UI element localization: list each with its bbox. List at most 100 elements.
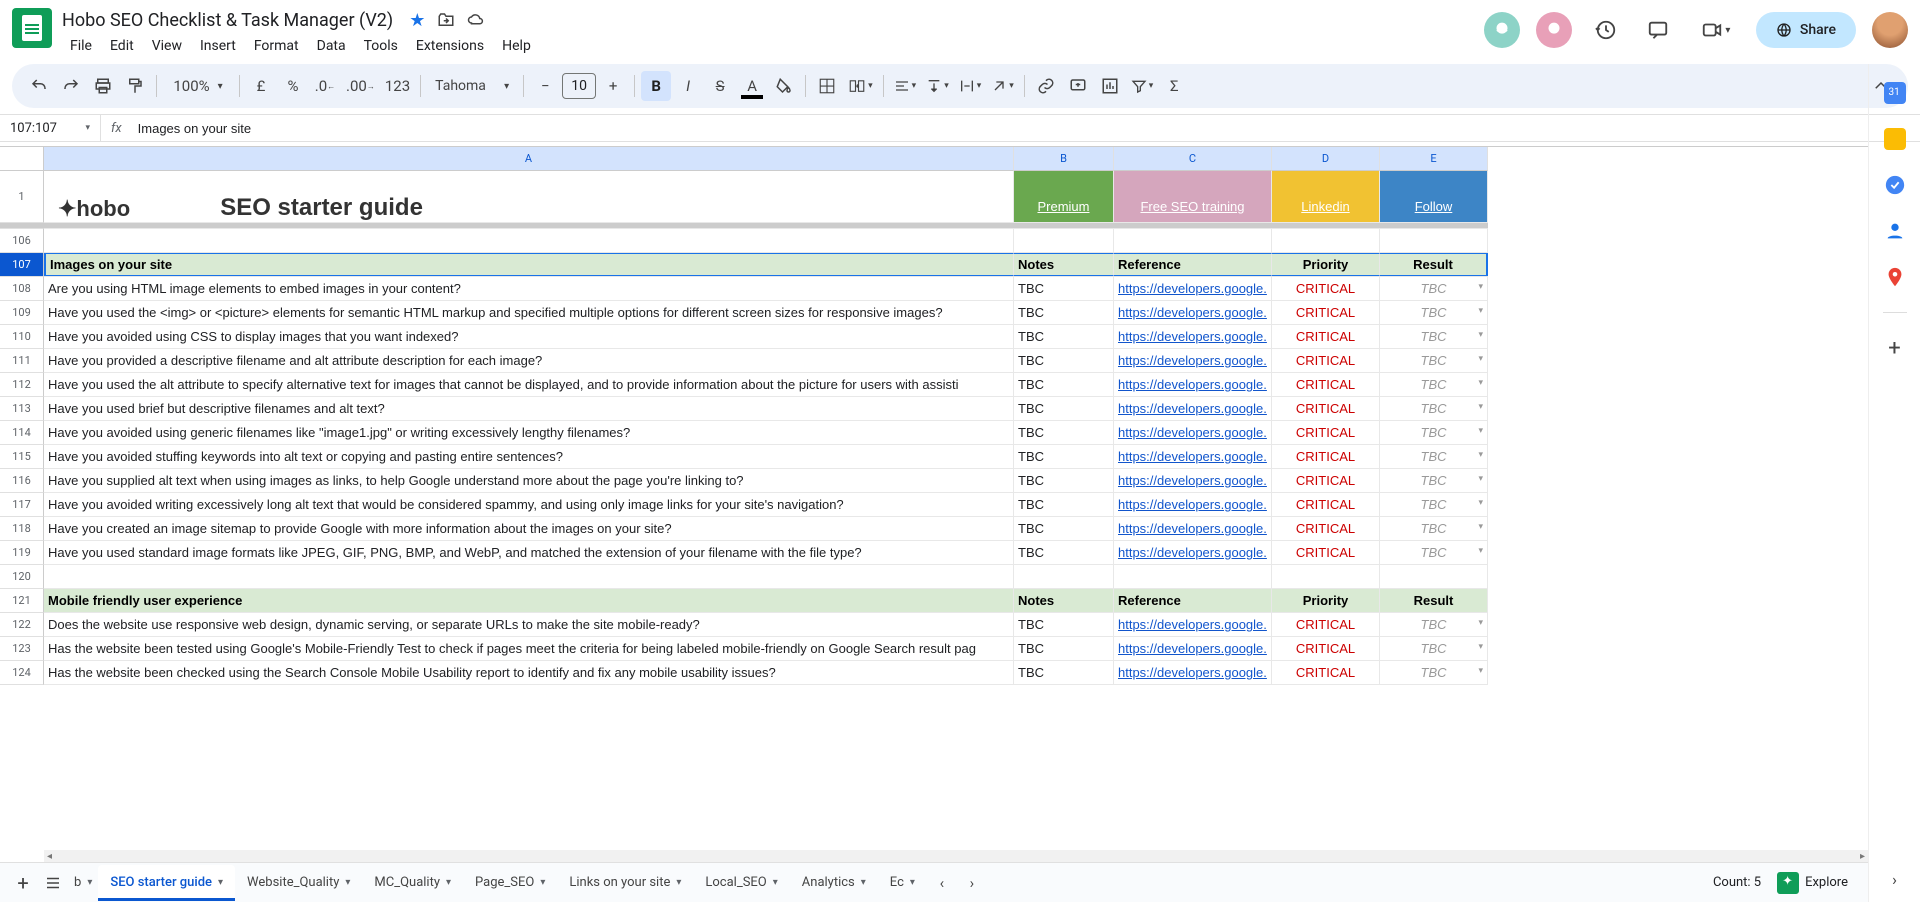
formula-input[interactable]: Images on your site [132,121,251,136]
cell[interactable]: TBC [1380,421,1488,444]
row-header-122[interactable]: 122 [0,613,44,637]
cell[interactable]: Have you used standard image formats lik… [44,541,1014,564]
cell[interactable]: CRITICAL [1272,421,1380,444]
row-header-116[interactable]: 116 [0,469,44,493]
cell[interactable]: TBC [1014,613,1114,636]
increase-decimal-button[interactable]: .00→ [342,71,379,101]
row-header-111[interactable]: 111 [0,349,44,373]
cell[interactable]: TBC [1380,637,1488,660]
cell[interactable]: CRITICAL [1272,349,1380,372]
maps-icon[interactable] [1884,266,1906,288]
strike-button[interactable]: S [705,71,735,101]
row-header-110[interactable]: 110 [0,325,44,349]
tasks-icon[interactable] [1884,174,1906,196]
functions-button[interactable]: Σ [1159,71,1189,101]
zoom-select[interactable]: 100%▾ [163,71,233,101]
cell[interactable]: TBC [1014,301,1114,324]
account-avatar[interactable] [1872,12,1908,48]
merge-button[interactable]: ▾ [844,71,877,101]
cell[interactable]: Has the website been tested using Google… [44,637,1014,660]
row-header-119[interactable]: 119 [0,541,44,565]
cell[interactable]: Follow [1380,171,1488,222]
cell[interactable]: Have you used the alt attribute to speci… [44,373,1014,396]
cell[interactable]: Have you supplied alt text when using im… [44,469,1014,492]
halign-button[interactable]: ▾ [890,71,921,101]
cell[interactable]: CRITICAL [1272,637,1380,660]
bold-button[interactable]: B [641,71,671,101]
cell[interactable]: TBC [1014,493,1114,516]
row-header-1[interactable]: 1 [0,171,44,223]
menu-format[interactable]: Format [246,34,307,58]
doc-title[interactable]: Hobo SEO Checklist & Task Manager (V2) [62,10,393,31]
hide-panel-icon[interactable]: › [1884,868,1906,890]
col-header-d[interactable]: D [1272,147,1380,171]
tab-scroll-right[interactable]: › [957,868,987,898]
tab-mc-quality[interactable]: MC_Quality ▾ [362,865,463,901]
row-header-118[interactable]: 118 [0,517,44,541]
cell[interactable]: Have you used the <img> or <picture> ele… [44,301,1014,324]
cell[interactable]: CRITICAL [1272,445,1380,468]
menu-file[interactable]: File [62,34,100,58]
row-header-112[interactable]: 112 [0,373,44,397]
cell[interactable]: https://developers.google. [1114,445,1272,468]
row-header-124[interactable]: 124 [0,661,44,685]
tab-seo-starter-guide[interactable]: SEO starter guide ▾ [98,865,235,901]
star-icon[interactable]: ★ [409,10,425,31]
row-header-120[interactable]: 120 [0,565,44,589]
cell[interactable]: Reference [1114,589,1272,612]
decrease-font-button[interactable]: − [530,71,560,101]
col-header-b[interactable]: B [1014,147,1114,171]
wrap-button[interactable]: ▾ [955,71,986,101]
move-icon[interactable] [437,11,455,29]
cell[interactable]: Mobile friendly user experience [44,589,1014,612]
cell[interactable]: TBC [1014,541,1114,564]
comments-icon[interactable] [1640,12,1676,48]
cell[interactable]: Does the website use responsive web desi… [44,613,1014,636]
cell[interactable]: TBC [1014,469,1114,492]
meet-icon[interactable]: ▾ [1692,12,1740,48]
horizontal-scrollbar[interactable] [44,850,1868,862]
menu-edit[interactable]: Edit [102,34,142,58]
col-header-a[interactable]: A [44,147,1014,171]
explore-button[interactable]: Explore [1777,872,1848,894]
cell[interactable] [44,565,1014,588]
tab-links-on-your-site[interactable]: Links on your site ▾ [557,865,693,901]
cell[interactable]: TBC [1014,277,1114,300]
fill-color-button[interactable] [769,71,799,101]
cell[interactable]: TBC [1380,373,1488,396]
cell[interactable]: https://developers.google. [1114,661,1272,684]
anon-user-1-icon[interactable] [1484,12,1520,48]
font-size-input[interactable]: 10 [562,73,596,99]
col-header-e[interactable]: E [1380,147,1488,171]
select-all-corner[interactable] [0,147,44,171]
cell[interactable]: CRITICAL [1272,373,1380,396]
contacts-icon[interactable] [1884,220,1906,242]
cell[interactable]: Linkedin [1272,171,1380,222]
cell[interactable]: CRITICAL [1272,277,1380,300]
cell[interactable]: https://developers.google. [1114,493,1272,516]
row-header-115[interactable]: 115 [0,445,44,469]
cell[interactable] [44,223,1014,228]
redo-button[interactable] [56,71,86,101]
tab-local-seo[interactable]: Local_SEO ▾ [693,865,789,901]
cell[interactable] [44,229,1014,252]
cell[interactable]: Have you avoided stuffing keywords into … [44,445,1014,468]
cell[interactable] [1114,223,1272,228]
add-icon[interactable]: + [1884,337,1906,359]
cell[interactable]: Priority [1272,589,1380,612]
undo-button[interactable] [24,71,54,101]
cell[interactable]: TBC [1380,349,1488,372]
cell[interactable]: https://developers.google. [1114,277,1272,300]
menu-data[interactable]: Data [309,34,354,58]
cell[interactable]: Notes [1014,589,1114,612]
row-header-109[interactable]: 109 [0,301,44,325]
cell[interactable]: TBC [1014,445,1114,468]
row-header-107[interactable]: 107 [0,253,44,277]
cell[interactable]: Have you provided a descriptive filename… [44,349,1014,372]
row-header-113[interactable]: 113 [0,397,44,421]
cell[interactable]: Have you avoided using generic filenames… [44,421,1014,444]
menu-extensions[interactable]: Extensions [408,34,492,58]
cell[interactable]: TBC [1380,517,1488,540]
cell[interactable] [1114,565,1272,588]
cell[interactable]: CRITICAL [1272,517,1380,540]
